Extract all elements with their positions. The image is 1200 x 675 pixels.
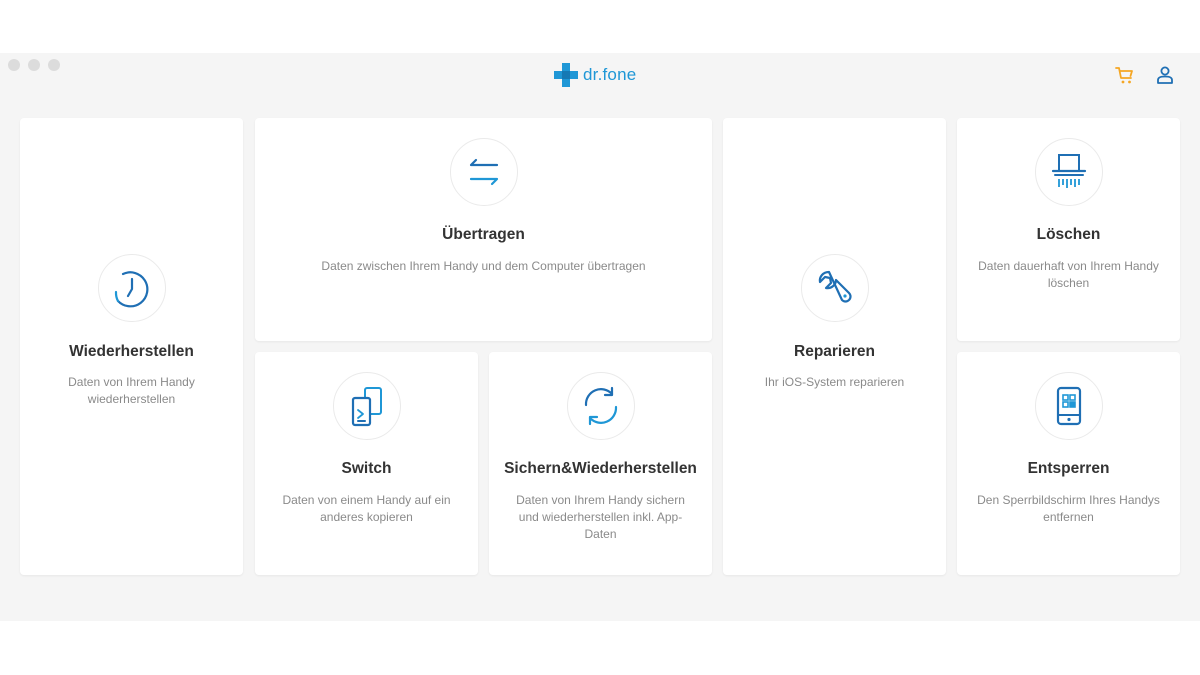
cart-icon[interactable] [1114, 64, 1136, 86]
card-description: Daten von einem Handy auf ein anderes ko… [282, 493, 451, 524]
phone-unlock-icon [1056, 386, 1081, 426]
card-title: Wiederherstellen [69, 343, 194, 360]
window-maximize-button[interactable] [48, 59, 60, 71]
card-description: Daten zwischen Ihrem Handy und dem Compu… [321, 259, 646, 273]
card-description: Ihr iOS-System reparieren [764, 375, 905, 389]
phone-switch-icon [351, 387, 382, 427]
card-repair[interactable]: Reparieren Ihr iOS-System reparieren [723, 118, 946, 575]
card-erase[interactable]: Löschen Daten dauerhaft von Ihrem Handy … [957, 118, 1180, 341]
app-logo: dr.fone [553, 62, 636, 88]
card-switch[interactable]: Switch Daten von einem Handy auf ein and… [255, 352, 478, 575]
card-title: Reparieren [794, 343, 875, 360]
card-restore[interactable]: Wiederherstellen Daten von Ihrem Handy w… [20, 118, 243, 575]
window-close-button[interactable] [8, 59, 20, 71]
card-title: Switch [341, 460, 392, 477]
wrench-icon-circle [800, 254, 869, 322]
card-title: Entsperren [1027, 460, 1110, 477]
logo-text: dr.fone [583, 65, 637, 84]
sync-icon-circle [566, 372, 635, 440]
card-description: Den Sperrbildschirm Ihres Handys entfern… [977, 493, 1160, 524]
card-description: Daten von Ihrem Handy wiederherstellen [68, 375, 195, 406]
card-transfer[interactable]: Übertragen Daten zwischen Ihrem Handy un… [255, 118, 712, 341]
shredder-icon [1051, 154, 1086, 188]
card-unlock[interactable]: Entsperren Den Sperrbildschirm Ihres Han… [957, 352, 1180, 575]
switch-icon-circle [332, 372, 401, 440]
title-bar: dr.fone [0, 53, 1200, 93]
sync-icon [584, 386, 617, 426]
window-minimize-button[interactable] [28, 59, 40, 71]
card-title: Übertragen [442, 226, 525, 243]
card-description: Daten von Ihrem Handy sichern und wieder… [516, 493, 685, 541]
clock-icon-circle [97, 254, 166, 322]
clock-icon [114, 271, 148, 308]
unlock-icon-circle [1034, 372, 1103, 440]
card-backup-restore[interactable]: Sichern&Wiederherstellen Daten von Ihrem… [489, 352, 712, 575]
transfer-arrows-icon [469, 158, 498, 186]
card-title: Sichern&Wiederherstellen [504, 460, 697, 477]
card-description: Daten dauerhaft von Ihrem Handy löschen [978, 259, 1159, 290]
app-window: dr.fone Wiederherstellen Daten von Ihrem… [0, 53, 1200, 621]
wrench-icon [818, 270, 852, 303]
transfer-icon-circle [449, 138, 518, 206]
card-title: Löschen [1036, 226, 1101, 243]
shredder-icon-circle [1034, 138, 1103, 206]
user-icon[interactable] [1154, 64, 1176, 86]
cross-icon [554, 63, 578, 87]
